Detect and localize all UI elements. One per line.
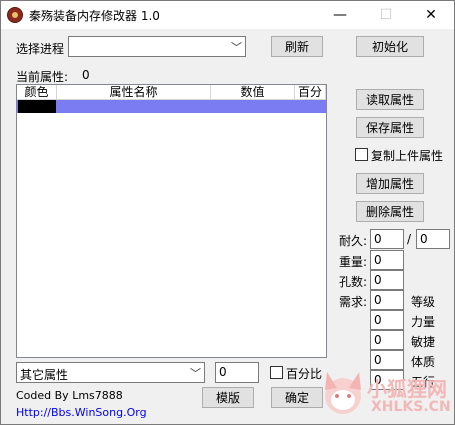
attribute-value-input[interactable]: 0 [215,362,259,383]
watermark-text: 小狐狸网 [367,377,447,401]
init-button[interactable]: 初始化 [356,36,424,57]
close-button[interactable]: ✕ [408,1,454,29]
app-icon [7,7,23,23]
durability-separator: / [407,232,412,246]
holes-label: 孔数: [339,275,368,289]
copy-prev-label: 复制上件属性 [371,149,444,163]
attribute-list[interactable]: 颜色 属性名称 数值 百分比 [16,84,327,358]
main-window: 秦殇装备内存修改器 1.0 — ☐ ✕ 选择进程 ﹀ 刷新 初始化 当前属性: … [0,0,455,425]
durability-label: 耐久: [339,234,368,248]
column-header-color[interactable]: 颜色 [17,85,57,100]
table-row[interactable] [17,100,326,113]
add-attribute-button[interactable]: 增加属性 [356,173,424,194]
holes-input[interactable]: 0 [370,270,404,290]
attr-count-label: 当前属性: [16,70,69,84]
require-constitution-label: 体质 [411,355,436,369]
coded-by-text: Coded By Lms7888 [16,389,123,402]
durability-max-input[interactable]: 0 [416,229,450,249]
other-attribute-value: 其它属性 [20,368,69,382]
require-level-input[interactable]: 0 [370,290,404,310]
attr-count-value: 0 [82,68,90,82]
website-link[interactable]: Http://Bbs.WinSong.Org [16,406,147,419]
color-swatch [18,100,56,113]
window-title: 秦殇装备内存修改器 1.0 [29,9,160,23]
maximize-button: ☐ [379,7,393,23]
process-label: 选择进程 [16,42,65,56]
column-header-name[interactable]: 属性名称 [57,85,211,100]
copy-prev-checkbox[interactable] [355,148,368,161]
title-bar[interactable]: 秦殇装备内存修改器 1.0 — ☐ ✕ [1,1,454,29]
require-strength-label: 力量 [411,315,436,329]
chevron-down-icon: ﹀ [190,367,201,380]
require-strength-input[interactable]: 0 [370,310,404,330]
percent-checkbox[interactable] [270,366,283,379]
require-agility-input[interactable]: 0 [370,330,404,350]
fox-logo-icon [325,372,361,414]
watermark-domain: XHLKS.CN [371,399,451,415]
process-select[interactable]: ﹀ [68,36,246,57]
percent-label: 百分比 [286,367,323,381]
read-attributes-button[interactable]: 读取属性 [356,89,424,110]
minimize-button[interactable]: — [317,1,363,29]
refresh-button[interactable]: 刷新 [271,36,323,57]
ok-button[interactable]: 确定 [271,387,323,408]
template-button[interactable]: 模版 [202,387,254,408]
require-agility-label: 敏捷 [411,335,436,349]
column-header-percent[interactable]: 百分比 [295,85,326,113]
weight-label: 重量: [339,255,368,269]
durability-input[interactable]: 0 [370,229,404,249]
other-attribute-select[interactable]: 其它属性 ﹀ [16,362,205,383]
chevron-down-icon: ﹀ [231,41,242,54]
require-level-label: 等级 [411,295,436,309]
column-header-value[interactable]: 数值 [211,85,295,100]
save-attributes-button[interactable]: 保存属性 [356,117,424,138]
require-label: 需求: [339,295,368,309]
weight-input[interactable]: 0 [370,250,404,270]
require-constitution-input[interactable]: 0 [370,350,404,370]
delete-attribute-button[interactable]: 删除属性 [356,201,424,222]
